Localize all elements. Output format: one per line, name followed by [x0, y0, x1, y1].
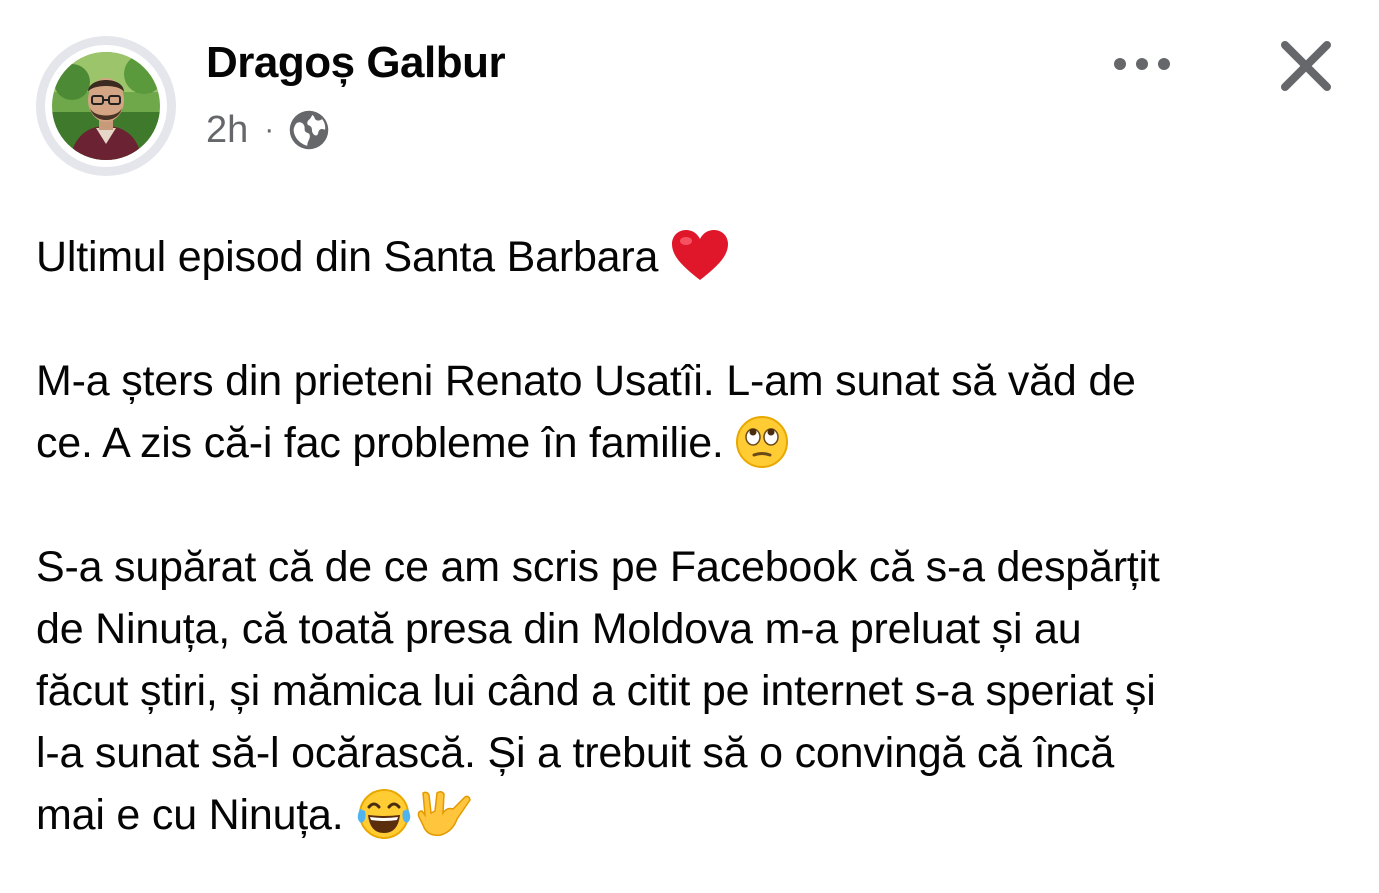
text-line: mai e cu Ninuța. — [36, 791, 356, 839]
eye-roll-emoji — [736, 415, 789, 468]
text-line: făcut știri, și mămica lui când a citit … — [36, 667, 1156, 715]
text-line: S-a supărat că de ce am scris pe Faceboo… — [36, 543, 1160, 591]
post-timestamp[interactable]: 2h — [206, 109, 248, 152]
tears-of-joy-emoji — [357, 788, 411, 839]
post-paragraph: S-a supărat că de ce am scris pe Faceboo… — [36, 536, 1336, 846]
text-line: Ultimul episod din Santa Barbara — [36, 233, 670, 281]
red-heart-emoji — [671, 229, 728, 280]
author-name[interactable]: Dragoș Galbur — [206, 38, 506, 88]
close-icon — [1281, 41, 1331, 91]
facebook-post: Dragoș Galbur 2h · Ultimul episod din Sa… — [0, 0, 1379, 893]
globe-icon — [290, 110, 329, 150]
text-line: ce. A zis că-i fac probleme în familie. — [36, 419, 736, 467]
profile-picture-frame — [45, 45, 167, 167]
meta-separator: · — [264, 113, 275, 146]
text-line: de Ninuța, că toată presa din Moldova m-… — [36, 605, 1082, 653]
post-text: Ultimul episod din Santa Barbara M-a ște… — [36, 226, 1336, 893]
text-line: M-a șters din prieteni Renato Usatîi. L-… — [36, 357, 1136, 405]
love-you-gesture-emoji — [417, 790, 472, 836]
more-dots-icon — [1114, 58, 1170, 70]
close-button[interactable] — [1270, 30, 1342, 102]
avatar[interactable] — [52, 52, 160, 160]
more-options-button[interactable] — [1104, 44, 1180, 84]
profile-picture-ring[interactable] — [36, 36, 176, 176]
post-meta: 2h · — [206, 104, 330, 156]
post-paragraph: Ultimul episod din Santa Barbara — [36, 226, 1336, 288]
text-line: l-a sunat să-l ocărască. Și a trebuit să… — [36, 729, 1115, 777]
post-paragraph: M-a șters din prieteni Renato Usatîi. L-… — [36, 350, 1336, 474]
